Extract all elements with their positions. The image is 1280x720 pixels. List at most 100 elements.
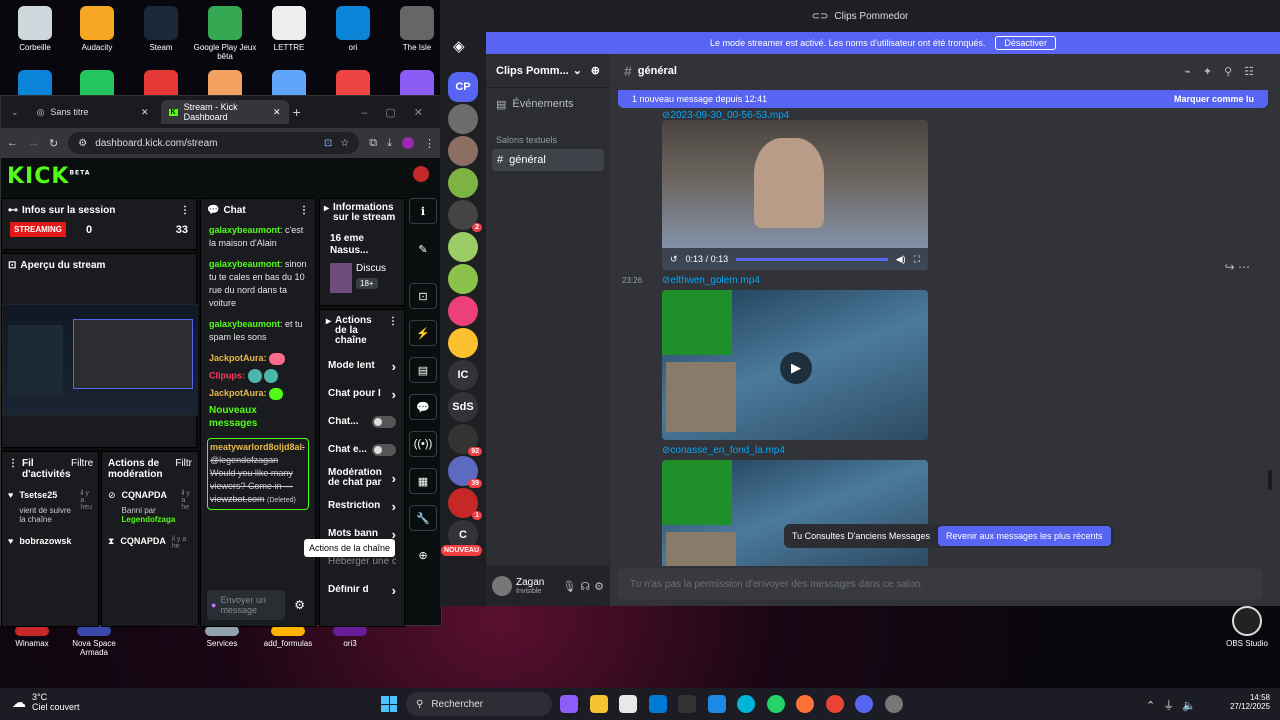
server-icon[interactable] [448, 232, 478, 262]
desktop-icon[interactable]: add_formulas [253, 626, 323, 648]
bolt-icon[interactable]: ⚡ [409, 320, 437, 346]
jump-to-present-button[interactable]: Revenir aux messages les plus récents [937, 526, 1111, 546]
wrench-icon[interactable]: 🔧 [409, 505, 437, 531]
attachment-link[interactable]: ⊘elthwen_golem.mp4 [662, 275, 760, 286]
attachment-link[interactable]: ⊘conasse_en_fond_la.mp4 [662, 445, 785, 456]
server-icon[interactable] [448, 168, 478, 198]
channel-action-item[interactable]: Modération de chat par › [320, 464, 404, 492]
events-item[interactable]: ▤ Événements [486, 88, 610, 121]
chat-username[interactable]: meatywarlord8oljd8al [210, 442, 302, 452]
user-avatar[interactable] [413, 166, 429, 182]
profile-avatar[interactable] [402, 137, 414, 149]
info-icon[interactable]: ℹ [409, 198, 437, 224]
tab-sans-titre[interactable]: ◎ Sans titre ✕ [29, 100, 157, 124]
desktop-icon[interactable]: ori3 [315, 626, 385, 648]
tab-menu-icon[interactable]: ⌄ [11, 107, 19, 118]
discord-home-icon[interactable]: ◈ [453, 37, 465, 55]
weather-widget[interactable]: ☁ 3°C Ciel couvert [12, 692, 80, 712]
channel-action-item[interactable]: Chat pour l › [320, 380, 404, 408]
channel-category[interactable]: Salons textuels [486, 121, 610, 149]
server-icon[interactable]: CP [448, 72, 478, 102]
chat-input[interactable]: ● Envoyer un message [207, 590, 285, 620]
desktop-icon[interactable]: Services [187, 626, 257, 648]
discord-icon[interactable] [855, 695, 873, 713]
extensions-icon[interactable]: ⧉ [369, 137, 377, 150]
server-icon[interactable] [448, 328, 478, 358]
mark-read-button[interactable]: Marquer comme lu [1174, 94, 1254, 104]
channel-general[interactable]: # général [492, 149, 604, 171]
desktop-icon[interactable]: Steam [126, 6, 196, 52]
chat-bubble-icon[interactable]: 💬 [409, 394, 437, 420]
new-tab-icon[interactable]: + [293, 104, 301, 120]
url-field[interactable]: ⚙ dashboard.kick.com/stream ⊡ ☆ [68, 132, 360, 154]
window-controls[interactable]: –▢✕ [361, 106, 441, 119]
close-icon[interactable]: ✕ [273, 107, 281, 118]
dashboard-icon[interactable]: ▦ [409, 468, 437, 494]
download-icon[interactable]: ⤓ [387, 137, 392, 150]
mic-icon[interactable]: 🎙 [562, 580, 576, 593]
server-icon[interactable]: 2 [448, 200, 482, 232]
video-player[interactable]: ↺ 0:13 / 0:13 ◀) ⛶ [662, 120, 928, 270]
video-player[interactable]: ▶ [662, 290, 928, 440]
kick-logo[interactable]: KICKBETA [7, 164, 90, 189]
replay-icon[interactable]: ↺ [670, 254, 678, 265]
server-header[interactable]: Clips Pomm... ⌄ ⊕ [486, 54, 610, 88]
server-icon[interactable] [448, 136, 478, 166]
desktop-icon[interactable]: ori [318, 6, 388, 52]
message-actions-icon[interactable]: ↪ ⋯ [1225, 260, 1250, 274]
copilot-icon[interactable] [560, 695, 578, 713]
broadcast-icon[interactable]: ((•)) [409, 431, 437, 457]
add-widget-icon[interactable]: ⊕ [409, 542, 437, 568]
scrollbar[interactable] [1268, 470, 1272, 490]
edge-icon[interactable] [737, 695, 755, 713]
server-icon[interactable]: 92 [448, 424, 482, 456]
server-icon[interactable]: 39 [448, 456, 482, 488]
video-progress[interactable] [736, 257, 888, 261]
settings-icon[interactable]: ⚙ [294, 598, 305, 612]
channel-action-item[interactable]: Définir d › [320, 576, 404, 604]
header-toolbar-icons[interactable]: ⌁✦⚲☷ [1184, 65, 1266, 78]
star-icon[interactable]: ☆ [340, 138, 349, 149]
photos-icon[interactable] [707, 695, 726, 713]
desktop-icon[interactable]: Google Play Jeux bêta [190, 6, 260, 61]
add-member-icon[interactable]: ⊕ [591, 64, 600, 77]
app-icon[interactable] [80, 70, 114, 95]
toggle-switch[interactable] [372, 444, 396, 456]
close-icon[interactable]: ✕ [141, 107, 149, 118]
chat-username[interactable]: Clipups: [209, 370, 245, 380]
desktop-icon[interactable]: Audacity [62, 6, 132, 52]
settings-icon[interactable]: ⚙ [594, 580, 604, 593]
server-icon[interactable]: IC [448, 360, 478, 390]
channel-action-item[interactable]: Mode lent › [320, 352, 404, 380]
chat-username[interactable]: galaxybeaumont [209, 259, 280, 269]
fullscreen-icon[interactable]: ⛶ [914, 254, 920, 265]
more-icon[interactable]: ⋮ [299, 205, 309, 216]
system-tray-icons[interactable]: ⌃⏚🔈 [1146, 697, 1204, 713]
desktop-icon-obs[interactable]: OBS Studio [1212, 606, 1280, 648]
filter-button[interactable]: Filtre [71, 458, 93, 469]
more-icon[interactable]: ⋮ [388, 316, 398, 327]
filter-button[interactable]: Filtr [175, 458, 192, 469]
server-icon[interactable] [448, 104, 478, 134]
taskbar-search[interactable]: ⚲ Rechercher [406, 692, 552, 716]
store-icon[interactable] [619, 695, 637, 713]
whatsapp-icon[interactable] [766, 695, 785, 713]
disable-streamer-button[interactable]: Désactiver [995, 36, 1056, 50]
user-avatar[interactable] [492, 576, 512, 596]
clock[interactable]: 14:58 27/12/2025 [1230, 693, 1270, 711]
chat-username[interactable]: galaxybeaumont [209, 225, 280, 235]
menu-icon[interactable]: ⋮ [424, 137, 435, 150]
tab-kick-dashboard[interactable]: K Stream - Kick Dashboard ✕ [160, 100, 289, 124]
file-explorer-icon[interactable] [589, 695, 608, 713]
more-icon[interactable]: ⋮ [180, 205, 190, 216]
channel-action-item[interactable]: Restriction › [320, 492, 404, 520]
reload-icon[interactable]: ↻ [49, 137, 58, 150]
firefox-icon[interactable] [796, 695, 814, 713]
chat-username[interactable]: JackpotAura: [209, 388, 267, 398]
new-messages-bar[interactable]: 1 nouveau message depuis 12:41 Marquer co… [618, 90, 1268, 108]
volume-icon[interactable]: ◀) [896, 254, 906, 265]
app-icon[interactable] [400, 70, 434, 95]
forward-icon[interactable]: → [28, 137, 39, 149]
obs-icon[interactable] [884, 695, 903, 713]
channel-action-item[interactable]: Chat e... [320, 436, 404, 464]
